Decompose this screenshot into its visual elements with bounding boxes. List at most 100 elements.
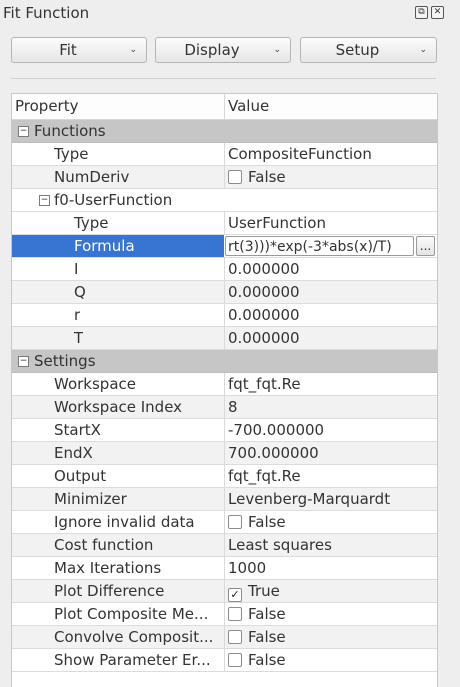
property-value[interactable]: False: [228, 168, 433, 186]
group-functions[interactable]: − Functions: [12, 120, 437, 143]
chevron-down-icon: ⌄: [129, 45, 137, 55]
property-value[interactable]: 8: [228, 398, 433, 416]
property-label: Ignore invalid data: [54, 513, 195, 531]
settings-row[interactable]: Workspace Index 8: [12, 396, 437, 419]
property-value[interactable]: ✓ True: [228, 582, 433, 602]
property-value[interactable]: 0.000000: [228, 329, 433, 347]
checkbox-label: True: [248, 582, 280, 600]
property-row-f0-type[interactable]: Type UserFunction: [12, 212, 437, 235]
table-header: Property Value: [12, 94, 437, 120]
checkbox[interactable]: [228, 653, 242, 667]
property-label: Output: [54, 467, 107, 485]
cell-divider: [224, 442, 225, 465]
checkbox-label: False: [248, 513, 286, 531]
cell-divider: [224, 488, 225, 511]
property-label: Show Parameter Er...: [54, 651, 211, 669]
cell-divider: [224, 212, 225, 235]
property-row-q[interactable]: Q 0.000000: [12, 281, 437, 304]
cell-divider: [224, 511, 225, 534]
checkbox[interactable]: [228, 170, 242, 184]
settings-row[interactable]: Output fqt_fqt.Re: [12, 465, 437, 488]
property-label: StartX: [54, 421, 101, 439]
property-row-formula[interactable]: Formula rt(3)))*exp(-3*abs(x)/T) ...: [12, 235, 437, 258]
property-browser[interactable]: Property Value − Functions Type Composit…: [11, 93, 438, 687]
cell-divider: [224, 258, 225, 281]
settings-row[interactable]: EndX 700.000000: [12, 442, 437, 465]
header-value[interactable]: Value: [228, 97, 269, 115]
setup-menu-button[interactable]: Setup ⌄: [300, 37, 437, 63]
settings-row[interactable]: Convolve Composit... False: [12, 626, 437, 649]
group-settings[interactable]: − Settings: [12, 350, 437, 373]
collapse-icon[interactable]: −: [39, 195, 50, 206]
settings-row[interactable]: StartX -700.000000: [12, 419, 437, 442]
property-row-r[interactable]: r 0.000000: [12, 304, 437, 327]
property-row-type[interactable]: Type CompositeFunction: [12, 143, 437, 166]
property-row-numderiv[interactable]: NumDeriv False: [12, 166, 437, 189]
group-f0-userfunction[interactable]: − f0-UserFunction: [12, 189, 437, 212]
checkbox[interactable]: [228, 607, 242, 621]
property-value[interactable]: 0.000000: [228, 306, 433, 324]
property-value[interactable]: False: [228, 605, 433, 623]
cell-divider: [224, 304, 225, 327]
float-icon[interactable]: ⧉: [415, 6, 428, 19]
property-row-i[interactable]: I 0.000000: [12, 258, 437, 281]
property-label: Minimizer: [54, 490, 127, 508]
formula-edit-button[interactable]: ...: [416, 236, 435, 256]
settings-row[interactable]: Plot Composite Me... False: [12, 603, 437, 626]
title-bar: Fit Function ⧉ ✕: [0, 0, 460, 28]
fit-button-label: Fit: [59, 41, 77, 59]
property-value[interactable]: -700.000000: [228, 421, 433, 439]
property-value[interactable]: fqt_fqt.Re: [228, 375, 433, 393]
property-value[interactable]: Least squares: [228, 536, 433, 554]
property-value[interactable]: 0.000000: [228, 283, 433, 301]
fit-menu-button[interactable]: Fit ⌄: [11, 37, 147, 63]
settings-row[interactable]: Plot Difference ✓ True: [12, 580, 437, 603]
property-value[interactable]: 0.000000: [228, 260, 433, 278]
property-label: Convolve Composit...: [54, 628, 214, 646]
cell-divider: [224, 419, 225, 442]
property-label: NumDeriv: [54, 168, 130, 186]
property-value[interactable]: CompositeFunction: [228, 145, 433, 163]
property-value[interactable]: False: [228, 651, 433, 669]
settings-row[interactable]: Max Iterations 1000: [12, 557, 437, 580]
settings-row[interactable]: Cost function Least squares: [12, 534, 437, 557]
cell-divider: [224, 373, 225, 396]
formula-input[interactable]: rt(3)))*exp(-3*abs(x)/T): [225, 236, 414, 256]
property-value[interactable]: fqt_fqt.Re: [228, 467, 433, 485]
settings-row[interactable]: Ignore invalid data False: [12, 511, 437, 534]
close-icon[interactable]: ✕: [431, 6, 444, 19]
property-value[interactable]: 1000: [228, 559, 433, 577]
cell-divider: [224, 580, 225, 603]
chevron-down-icon: ⌄: [273, 45, 281, 55]
property-label: Plot Difference: [54, 582, 165, 600]
cell-divider: [224, 143, 225, 166]
property-value[interactable]: False: [228, 513, 433, 531]
checkbox-label: False: [248, 605, 286, 623]
collapse-icon[interactable]: −: [18, 356, 29, 367]
checkbox[interactable]: [228, 515, 242, 529]
header-property[interactable]: Property: [15, 97, 78, 115]
checkbox-label: False: [248, 651, 286, 669]
checkbox[interactable]: ✓: [228, 588, 242, 602]
property-value[interactable]: False: [228, 628, 433, 646]
cell-divider: [224, 281, 225, 304]
property-row-t[interactable]: T 0.000000: [12, 327, 437, 350]
column-divider[interactable]: [224, 94, 225, 119]
property-label: Plot Composite Me...: [54, 605, 209, 623]
toolbar-divider: [11, 78, 436, 79]
cell-divider: [224, 534, 225, 557]
cell-divider: [224, 396, 225, 419]
settings-row[interactable]: Workspace fqt_fqt.Re: [12, 373, 437, 396]
settings-row[interactable]: Minimizer Levenberg-Marquardt: [12, 488, 437, 511]
property-value[interactable]: UserFunction: [228, 214, 433, 232]
property-value[interactable]: 700.000000: [228, 444, 433, 462]
collapse-icon[interactable]: −: [18, 126, 29, 137]
group-label: f0-UserFunction: [54, 191, 173, 209]
scrollbar[interactable]: [439, 93, 445, 683]
display-menu-button[interactable]: Display ⌄: [155, 37, 291, 63]
property-value[interactable]: Levenberg-Marquardt: [228, 490, 433, 508]
cell-divider: [224, 649, 225, 672]
settings-row[interactable]: Show Parameter Er... False: [12, 649, 437, 672]
checkbox[interactable]: [228, 630, 242, 644]
property-label: Type: [54, 145, 89, 163]
